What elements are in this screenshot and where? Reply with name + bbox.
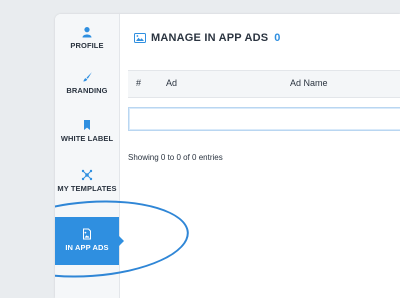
sidebar-item-label: MY TEMPLATES — [57, 184, 117, 193]
sidebar-item-label: PROFILE — [70, 41, 104, 50]
column-header-ad[interactable]: Ad — [166, 78, 177, 88]
sidebar-item-white-label[interactable]: WHITE LABEL — [55, 119, 119, 143]
bookmark-icon — [84, 120, 90, 130]
sidebar-item-label: WHITE LABEL — [60, 134, 114, 143]
network-icon — [81, 169, 93, 181]
table-header: # Ad Ad Name — [128, 70, 400, 98]
sidebar-item-my-templates[interactable]: MY TEMPLATES — [55, 169, 119, 193]
sidebar-item-label: BRANDING — [66, 86, 108, 95]
page-title: MANAGE IN APP ADS — [151, 32, 269, 44]
brush-icon — [83, 72, 92, 82]
image-icon — [134, 33, 146, 43]
page-header: MANAGE IN APP ADS 0 — [134, 32, 280, 44]
table-info-text: Showing 0 to 0 of 0 entries — [128, 153, 223, 162]
column-header-number[interactable]: # — [136, 78, 141, 88]
column-header-ad-name[interactable]: Ad Name — [290, 78, 328, 88]
main-content: MANAGE IN APP ADS 0 # Ad Ad Name Showing… — [120, 14, 400, 298]
user-icon — [82, 27, 92, 38]
table-empty-row — [128, 107, 400, 131]
sidebar-item-profile[interactable]: PROFILE — [55, 26, 119, 50]
app-window: PROFILE BRANDING WHITE LABEL MY TEMPLATE… — [55, 14, 400, 298]
sidebar-item-branding[interactable]: BRANDING — [55, 71, 119, 95]
ads-count-badge: 0 — [274, 32, 281, 44]
